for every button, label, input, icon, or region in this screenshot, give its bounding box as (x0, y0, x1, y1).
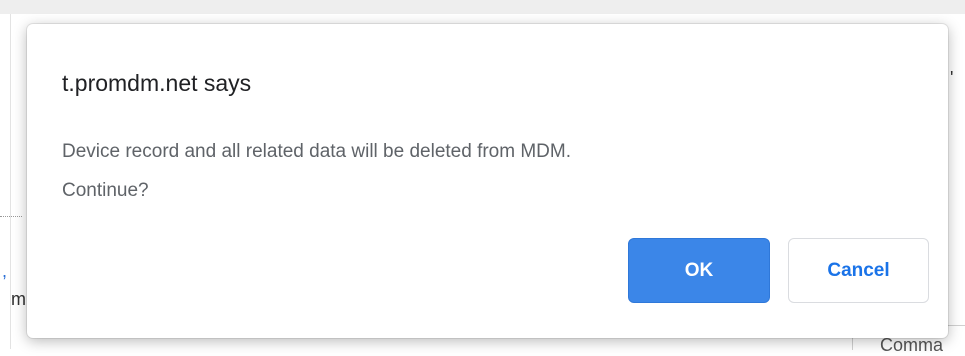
dialog-message-line-1: Device record and all related data will … (62, 141, 572, 162)
browser-top-strip (0, 0, 965, 14)
background-right-marker: ' (950, 68, 954, 88)
confirm-dialog: t.promdm.net says Device record and all … (27, 24, 948, 338)
dialog-title: t.promdm.net says (62, 70, 252, 96)
dialog-message: Device record and all related data will … (62, 132, 882, 210)
cancel-button[interactable]: Cancel (788, 238, 929, 303)
background-commands-label: Comma (880, 335, 944, 355)
background-text-fragment: m (11, 289, 26, 309)
ok-button[interactable]: OK (628, 238, 770, 303)
dotted-divider (0, 216, 22, 217)
left-panel-edge (0, 14, 11, 349)
dialog-message-line-2: Continue? (62, 180, 149, 201)
background-link-fragment[interactable]: , (2, 261, 7, 281)
